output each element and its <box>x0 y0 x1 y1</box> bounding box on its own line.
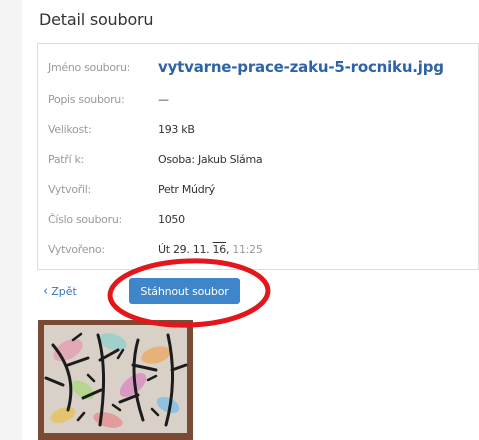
detail-row-file-number: Číslo souboru: 1050 <box>48 207 470 231</box>
size-label: Velikost: <box>48 122 92 136</box>
file-number-value: 1050 <box>158 212 185 226</box>
created-label: Vytvořeno: <box>48 242 105 256</box>
detail-row-filename: Jméno souboru: vytvarne-prace-zaku-5-roc… <box>48 55 470 79</box>
filename-label: Jméno souboru: <box>48 60 131 74</box>
page-title: Detail souboru <box>39 10 154 29</box>
back-label: Zpět <box>51 285 77 298</box>
size-value: 193 kB <box>158 122 195 136</box>
created-year: 16 <box>212 242 227 256</box>
file-number-label: Číslo souboru: <box>48 212 122 226</box>
detail-row-created: Vytvořeno: Út 29. 11. 16, 11:25 <box>48 237 470 261</box>
artwork-thumbnail <box>38 320 193 440</box>
detail-row-size: Velikost: 193 kB <box>48 117 470 141</box>
created-by-label: Vytvořil: <box>48 182 91 196</box>
description-label: Popis souboru: <box>48 92 125 106</box>
detail-row-description: Popis souboru: — <box>48 87 470 111</box>
created-by-value: Petr Múdrý <box>158 182 215 196</box>
detail-row-belongs-to: Patří k: Osoba: Jakub Sláma <box>48 147 470 171</box>
description-value: — <box>158 92 169 106</box>
created-date: Út 29. 11. <box>158 242 213 256</box>
file-detail-card: Jméno souboru: vytvarne-prace-zaku-5-roc… <box>37 43 479 270</box>
belongs-to-label: Patří k: <box>48 152 84 166</box>
download-button[interactable]: Stáhnout soubor <box>129 278 240 304</box>
belongs-to-value: Osoba: Jakub Sláma <box>158 152 263 166</box>
chevron-left-icon: ‹ <box>43 284 49 299</box>
created-time: 11:25 <box>232 242 263 256</box>
back-link[interactable]: ‹ Zpět <box>43 285 77 298</box>
filename-value: vytvarne-prace-zaku-5-rocniku.jpg <box>158 58 444 76</box>
detail-row-created-by: Vytvořil: Petr Múdrý <box>48 177 470 201</box>
created-value: Út 29. 11. 16, 11:25 <box>158 243 263 256</box>
file-detail-page: Detail souboru Jméno souboru: vytvarne-p… <box>22 0 479 440</box>
file-preview-image[interactable] <box>38 320 193 440</box>
